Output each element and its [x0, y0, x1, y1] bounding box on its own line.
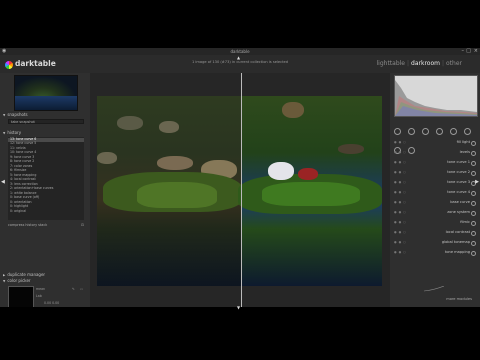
navigation-thumbnail[interactable] — [14, 75, 78, 111]
color-group-icon[interactable] — [464, 128, 472, 135]
collapse-bottom-icon[interactable]: ▼ — [237, 305, 240, 310]
center-view — [90, 73, 390, 307]
quick-access-icon[interactable] — [394, 128, 401, 135]
darktable-window: darktable ◉ – □ × darktable 1 image of 1… — [0, 48, 480, 307]
maximize-icon[interactable]: □ — [466, 48, 471, 55]
power-icon[interactable] — [471, 221, 476, 226]
module-row[interactable]: ● ● ○ local contrast — [394, 229, 476, 236]
module-label: tone mapping — [444, 250, 470, 254]
module-label: filmic — [460, 220, 470, 224]
more-modules-button[interactable]: more modules — [446, 297, 472, 301]
module-label: tone curve 3 — [447, 180, 470, 184]
module-row[interactable]: ● ● ○ zone system — [394, 209, 476, 216]
module-label: tone curve 1 — [447, 160, 470, 164]
image-before-half — [97, 96, 242, 286]
module-label: fill light — [456, 140, 470, 144]
window-title: darktable — [230, 49, 250, 54]
history-item[interactable]: 0: original — [10, 209, 26, 214]
view-lighttable[interactable]: lighttable — [377, 60, 406, 67]
module-label: levels — [459, 150, 470, 154]
collapse-icon: ▼ — [3, 113, 6, 117]
reset-icon[interactable]: ⊡ — [81, 223, 84, 227]
power-icon[interactable] — [471, 251, 476, 256]
close-icon[interactable]: × — [474, 48, 478, 55]
base-group-icon[interactable] — [436, 128, 444, 135]
module-row[interactable]: ● ● ○ filmic — [394, 219, 476, 226]
module-row[interactable]: ● ● ○ tone curve 1 — [394, 159, 476, 166]
tone-group-icon[interactable] — [450, 128, 458, 135]
take-snapshot-button[interactable]: take snapshot — [8, 119, 84, 124]
collapse-top-icon[interactable]: ▲ — [237, 55, 240, 60]
power-icon[interactable] — [471, 211, 476, 216]
power-icon[interactable] — [471, 191, 476, 196]
collapse-icon: ▼ — [3, 131, 6, 135]
module-label: tone curve 4 — [447, 190, 470, 194]
power-icon[interactable] — [471, 171, 476, 176]
expand-icon: ▶ — [3, 273, 6, 277]
app-menu-icon[interactable]: ◉ — [2, 48, 6, 55]
module-label: global tonemap — [441, 240, 470, 244]
image-after-half — [238, 96, 382, 286]
picker-values: 0.00 0.00 — [44, 301, 60, 305]
right-panel: ● ● ○ fill light ● ● ○ levels ● ● ○ tone cu… — [390, 73, 480, 307]
picker-swatch — [8, 286, 34, 307]
power-icon[interactable] — [471, 231, 476, 236]
view-darkroom[interactable]: darkroom — [411, 60, 440, 67]
compress-history-button[interactable]: compress history stack ⊡ — [8, 223, 84, 228]
view-switcher: lighttable | darkroom | other — [376, 60, 463, 67]
power-icon[interactable] — [471, 141, 476, 146]
module-quick-buttons — [394, 120, 476, 154]
power-icon[interactable] — [471, 201, 476, 206]
minimize-icon[interactable]: – — [462, 48, 465, 55]
active-modules-icon[interactable] — [422, 128, 430, 135]
module-row[interactable]: ● ● ○ tone curve 2 — [394, 169, 476, 176]
module-row[interactable]: ● ● ○ tone mapping — [394, 249, 476, 256]
module-label: tone curve 2 — [447, 170, 470, 174]
history-list: 13: tone curve 6 12: tone curve 5 11: ve… — [8, 137, 84, 220]
histogram[interactable] — [394, 75, 478, 117]
collapse-right-icon[interactable]: ▶ — [475, 179, 479, 185]
picker-mean-label[interactable]: mean — [36, 287, 45, 291]
color-picker-header[interactable]: ▼ color picker — [3, 278, 31, 283]
picker-lab-label[interactable]: Lab — [36, 294, 42, 298]
before-after-divider[interactable] — [241, 73, 242, 307]
module-row[interactable]: ● ● ○ fill light — [394, 139, 476, 146]
module-row[interactable]: ● ● ○ base curve — [394, 199, 476, 206]
history-header[interactable]: ▼ history — [3, 130, 21, 135]
main-image[interactable] — [97, 96, 382, 286]
module-row[interactable]: ● ● ○ levels — [394, 149, 476, 156]
collapse-icon: ▼ — [3, 279, 6, 283]
snapshots-header[interactable]: ▼ snapshots — [3, 112, 28, 117]
favorite-icon[interactable] — [408, 128, 416, 135]
module-label: zone system — [447, 210, 470, 214]
compress-history-label: compress history stack — [8, 223, 48, 227]
power-icon[interactable] — [471, 161, 476, 166]
duplicate-manager-header[interactable]: ▶ duplicate manager — [3, 272, 45, 277]
left-panel: ▼ snapshots take snapshot ▼ history 13: to… — [0, 73, 90, 307]
picker-eyedropper-icon[interactable]: ✎ — [72, 287, 75, 291]
module-label: local contrast — [445, 230, 470, 234]
collapse-left-icon[interactable]: ◀ — [1, 179, 5, 185]
module-row[interactable]: ● ● ○ global tonemap — [394, 239, 476, 246]
view-other[interactable]: other — [446, 60, 462, 67]
picker-area-icon[interactable]: ▭ — [80, 287, 83, 291]
power-icon[interactable] — [471, 151, 476, 156]
module-row[interactable]: ● ● ○ tone curve 4 — [394, 189, 476, 196]
module-row[interactable]: ● ● ○ tone curve 3 — [394, 179, 476, 186]
curve-preview — [423, 277, 445, 292]
power-icon[interactable] — [471, 241, 476, 246]
module-label: base curve — [450, 200, 470, 204]
